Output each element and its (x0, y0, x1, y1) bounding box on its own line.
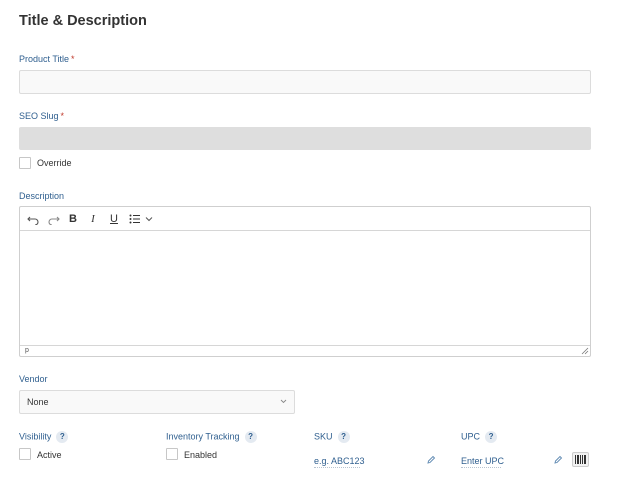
vendor-selected-value: None (27, 397, 49, 407)
inventory-tracking-label: Inventory Tracking? (166, 431, 257, 443)
sku-input[interactable]: e.g. ABC123 (314, 456, 365, 466)
product-title-label: Product Title * (19, 54, 75, 64)
required-mark: * (71, 54, 75, 64)
redo-icon[interactable] (46, 211, 62, 227)
vendor-select[interactable]: None (19, 390, 295, 414)
undo-icon[interactable] (25, 211, 41, 227)
sku-label-text: SKU (314, 431, 333, 442)
upc-label-text: UPC (461, 431, 481, 442)
seo-slug-label: SEO Slug * (19, 111, 64, 121)
inventory-tracking-label-text: Inventory Tracking (166, 431, 240, 442)
italic-button[interactable]: I (86, 211, 100, 227)
editor-toolbar: B I U (20, 207, 590, 231)
product-title-label-text: Product Title (19, 54, 70, 64)
active-label: Active (37, 450, 62, 460)
editor-statusbar: p (20, 345, 590, 356)
help-icon[interactable]: ? (56, 431, 69, 443)
pencil-icon[interactable] (553, 455, 563, 465)
enabled-label: Enabled (184, 450, 218, 460)
visibility-label: Visibility? (19, 431, 69, 443)
upc-underline (461, 467, 501, 468)
upc-input[interactable]: Enter UPC (461, 456, 504, 466)
product-title-input[interactable] (19, 70, 591, 94)
bold-button[interactable]: B (66, 211, 80, 227)
help-icon[interactable]: ? (244, 431, 257, 443)
help-icon[interactable]: ? (485, 431, 498, 443)
override-label: Override (37, 158, 72, 168)
vendor-label: Vendor (19, 374, 48, 384)
description-label: Description (19, 191, 65, 201)
barcode-icon (575, 455, 586, 464)
description-editor[interactable]: B I U p (19, 206, 591, 357)
chevron-down-icon[interactable] (144, 211, 154, 227)
element-path[interactable]: p (25, 346, 29, 356)
sku-label: SKU? (314, 431, 350, 443)
chevron-down-icon (280, 399, 287, 404)
inventory-enabled-checkbox[interactable] (166, 448, 178, 460)
override-checkbox[interactable] (19, 157, 31, 169)
bullet-list-icon[interactable] (128, 211, 142, 227)
resize-handle-icon[interactable] (581, 347, 589, 355)
sku-underline (314, 467, 360, 468)
required-mark: * (60, 111, 65, 121)
barcode-scan-button[interactable] (572, 452, 589, 467)
pencil-icon[interactable] (426, 455, 436, 465)
help-icon[interactable]: ? (337, 431, 350, 443)
underline-button[interactable]: U (107, 211, 121, 227)
visibility-label-text: Visibility (19, 431, 52, 442)
seo-slug-label-text: SEO Slug (19, 111, 59, 121)
seo-slug-input[interactable] (19, 127, 591, 150)
upc-label: UPC? (461, 431, 498, 443)
active-checkbox[interactable] (19, 448, 31, 460)
section-title: Title & Description (19, 13, 147, 29)
